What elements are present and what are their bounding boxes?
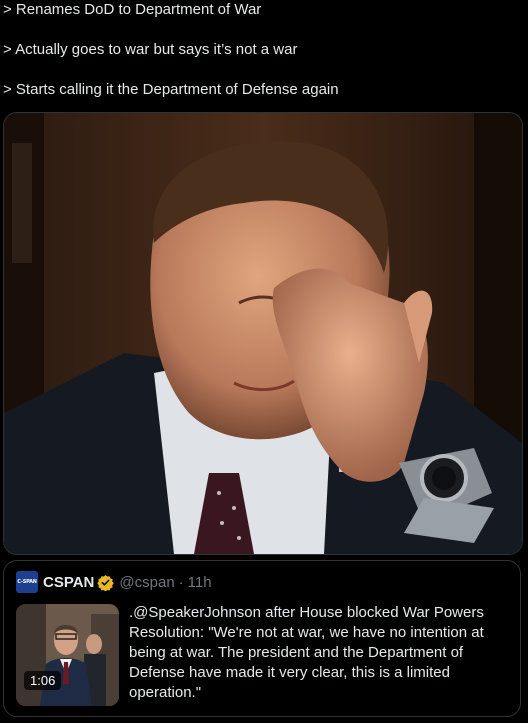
quoted-handle[interactable]: @cspan	[119, 574, 174, 591]
quoted-tweet[interactable]: C-SPAN CSPAN @cspan · 11h 1:06 .@Speaker…	[3, 560, 521, 717]
cspan-avatar[interactable]: C-SPAN	[16, 571, 38, 593]
cspan-logo-text: C-SPAN	[17, 579, 37, 585]
facepalm-photo	[4, 113, 522, 554]
speaker-video-still	[16, 604, 119, 706]
quoted-tweet-header: C-SPAN CSPAN @cspan · 11h	[16, 571, 212, 593]
tweet-line-3: > Starts calling it the Department of De…	[3, 81, 339, 98]
tweet-media-image[interactable]	[3, 112, 523, 555]
quoted-timestamp[interactable]: 11h	[188, 574, 212, 591]
tweet-line-2: > Actually goes to war but says it’s not…	[3, 41, 298, 58]
tweet-line-1: > Renames DoD to Department of War	[3, 1, 262, 18]
verified-badge-icon	[97, 574, 115, 591]
quoted-tweet-text: .@SpeakerJohnson after House blocked War…	[129, 604, 484, 701]
quoted-display-name[interactable]: CSPAN	[43, 574, 94, 591]
meta-separator: ·	[178, 573, 184, 591]
tweet-text: > Renames DoD to Department of War > Act…	[3, 0, 523, 100]
tweet-view: > Renames DoD to Department of War > Act…	[0, 0, 528, 723]
video-duration-badge: 1:06	[24, 671, 62, 690]
video-thumbnail[interactable]	[16, 604, 119, 706]
